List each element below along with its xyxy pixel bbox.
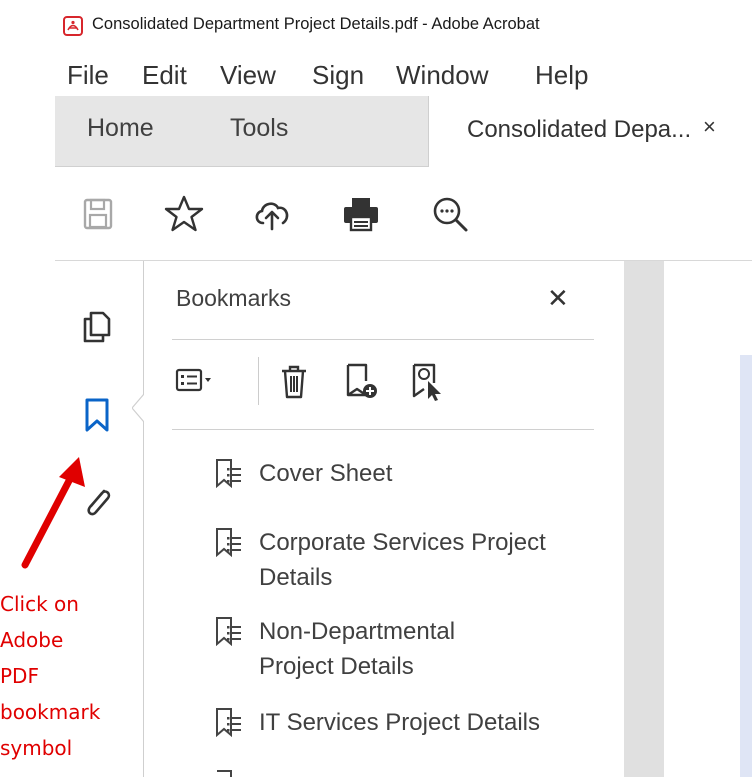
annotation-line: Adobe [0, 628, 64, 652]
bookmark-document-icon [216, 528, 241, 557]
annotation-line: Click on [0, 592, 79, 616]
document-tab-label: Consolidated Depa... [467, 116, 692, 143]
panel-divider [172, 429, 594, 430]
upload-cloud-icon[interactable] [251, 193, 293, 235]
tab-document[interactable]: Consolidated Depa... × [428, 96, 752, 167]
annotation-line: symbol [0, 736, 73, 760]
annotation-line: bookmark [0, 700, 101, 724]
toolbar [55, 167, 752, 261]
tab-bar: Home Tools Consolidated Depa... × [55, 96, 752, 167]
document-view [664, 261, 752, 777]
options-menu-icon[interactable] [174, 361, 214, 401]
bookmark-label: Corporate Services Project Details [259, 529, 546, 591]
bookmark-label: Non-Departmental Project Details [259, 618, 456, 680]
document-page [740, 355, 752, 777]
find-bookmark-icon[interactable] [406, 361, 446, 401]
menu-help[interactable]: Help [535, 60, 588, 91]
title-bar: Consolidated Department Project Details.… [0, 0, 752, 56]
bookmark-document-icon [216, 459, 241, 488]
bookmark-label: Cover Sheet [259, 460, 393, 487]
window-title: Consolidated Department Project Details.… [92, 15, 540, 33]
annotation-arrow-icon [21, 457, 85, 569]
bookmark-document-icon [217, 770, 232, 777]
close-panel-button[interactable]: ✕ [547, 283, 569, 314]
tab-home[interactable]: Home [87, 114, 154, 143]
menu-sign[interactable]: Sign [312, 60, 364, 91]
bookmark-document-icon [216, 617, 241, 646]
new-bookmark-icon[interactable] [340, 361, 380, 401]
search-zoom-icon[interactable] [429, 193, 471, 235]
menu-edit[interactable]: Edit [142, 60, 187, 91]
bookmark-document-icon [216, 708, 241, 737]
menu-window[interactable]: Window [396, 60, 488, 91]
bookmarks-panel-title: Bookmarks [176, 285, 292, 311]
acrobat-window: Consolidated Department Project Details.… [0, 0, 752, 777]
pane-splitter[interactable] [624, 261, 664, 777]
bookmarks-panel: Bookmarks ✕ Cover Sheet Corporate Servic… [144, 261, 624, 777]
bookmark-icon[interactable] [77, 394, 117, 434]
acrobat-app-icon [63, 16, 83, 36]
menu-view[interactable]: View [220, 60, 276, 91]
print-icon[interactable] [340, 193, 382, 235]
bookmark-star-icon[interactable] [163, 193, 205, 235]
annotation-line: PDF [0, 664, 39, 688]
annotation-caption: Click on Adobe PDF bookmark symbol [0, 586, 160, 766]
menu-file[interactable]: File [67, 60, 109, 91]
close-tab-button[interactable]: × [703, 114, 716, 140]
delete-bookmark-icon[interactable] [274, 361, 314, 401]
panel-divider [172, 339, 594, 340]
menu-bar: File Edit View Sign Window Help [55, 56, 752, 96]
bookmark-label: IT Services Project Details [259, 709, 540, 736]
toolbar-separator [258, 357, 259, 405]
page-thumbnails-icon[interactable] [77, 305, 117, 345]
save-icon[interactable] [77, 193, 119, 235]
tab-tools[interactable]: Tools [230, 114, 288, 143]
